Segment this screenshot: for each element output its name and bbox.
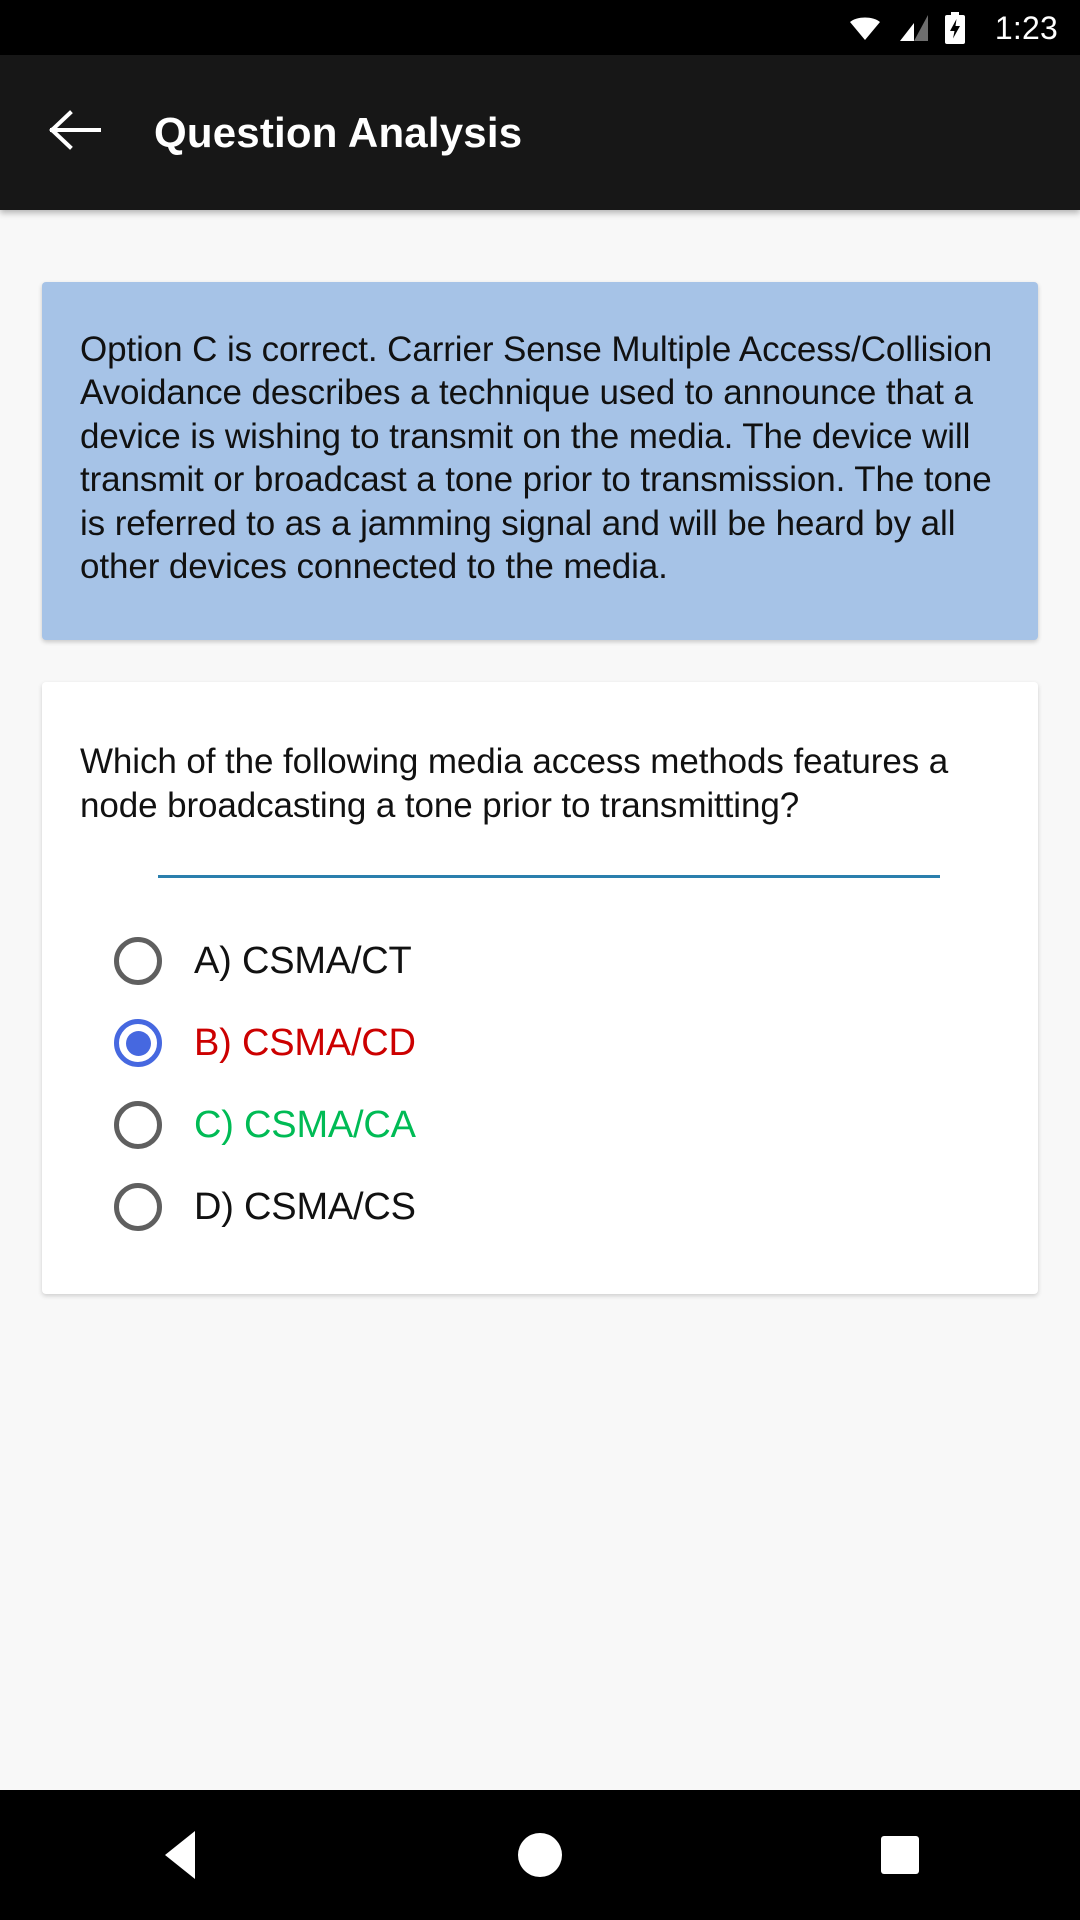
content-area: Option C is correct. Carrier Sense Multi…	[0, 210, 1080, 1790]
question-prompt: Which of the following media access meth…	[80, 742, 949, 825]
status-bar-clock: 1:23	[994, 9, 1058, 46]
toolbar-back-button[interactable]	[44, 102, 106, 164]
arrow-left-icon	[49, 110, 101, 155]
answer-option-d[interactable]: D) CSMA/CS	[80, 1166, 1000, 1248]
status-bar: 1:23	[0, 0, 1080, 55]
triangle-back-icon	[165, 1831, 195, 1879]
answer-option-b-label: B) CSMA/CD	[194, 1021, 416, 1064]
status-icons: 1:23	[847, 9, 1058, 46]
answer-option-b[interactable]: B) CSMA/CD	[80, 1002, 1000, 1084]
nav-back-button[interactable]	[105, 1790, 255, 1920]
answer-option-a-label: A) CSMA/CT	[194, 939, 412, 982]
phone-screen: 1:23 Question Analysis Option C is corre…	[0, 0, 1080, 1920]
page-title: Question Analysis	[154, 108, 523, 156]
radio-button-c[interactable]	[114, 1101, 162, 1150]
answer-option-c[interactable]: C) CSMA/CA	[80, 1084, 1000, 1166]
analysis-explanation-text: Option C is correct. Carrier Sense Multi…	[80, 330, 993, 586]
answer-option-c-label: C) CSMA/CA	[194, 1103, 416, 1146]
circle-home-icon	[518, 1833, 562, 1877]
system-navigation-bar	[0, 1790, 1080, 1920]
analysis-explanation-card: Option C is correct. Carrier Sense Multi…	[42, 282, 1038, 641]
answer-options-list: A) CSMA/CT B) CSMA/CD C) CSMA/CA D) CSMA…	[80, 920, 1000, 1248]
cell-signal-icon	[897, 14, 929, 42]
answer-option-d-label: D) CSMA/CS	[194, 1185, 416, 1228]
radio-button-b[interactable]	[114, 1019, 162, 1068]
square-recents-icon	[881, 1836, 919, 1874]
radio-button-d[interactable]	[114, 1183, 162, 1232]
radio-button-a[interactable]	[114, 937, 162, 986]
question-divider	[158, 875, 940, 879]
battery-charging-icon	[943, 11, 967, 44]
question-card: Which of the following media access meth…	[42, 682, 1038, 1295]
app-toolbar: Question Analysis	[0, 55, 1080, 210]
answer-option-a[interactable]: A) CSMA/CT	[80, 920, 1000, 1002]
nav-recents-button[interactable]	[825, 1790, 975, 1920]
nav-home-button[interactable]	[465, 1790, 615, 1920]
wifi-icon	[847, 14, 883, 42]
